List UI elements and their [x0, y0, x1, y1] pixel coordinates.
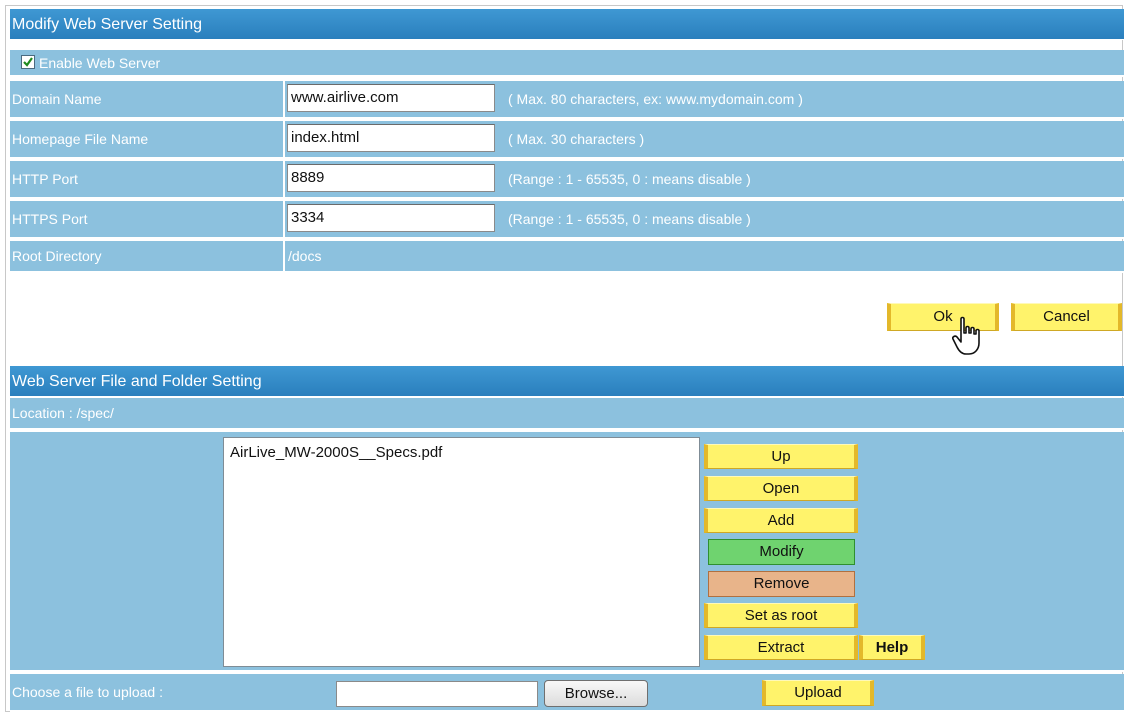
upload-file-path-input[interactable] [336, 681, 538, 707]
checkbox-checked-icon [23, 57, 33, 67]
http-port-hint: (Range : 1 - 65535, 0 : means disable ) [508, 171, 751, 187]
root-directory-value: /docs [288, 248, 322, 264]
location-label: Location : /spec/ [12, 405, 114, 421]
homepage-file-name-hint: ( Max. 30 characters ) [508, 131, 645, 147]
http-port-label: HTTP Port [12, 171, 78, 187]
upload-label: Choose a file to upload : [12, 684, 163, 700]
upload-button[interactable]: Upload [762, 680, 874, 706]
domain-name-input[interactable]: www.airlive.com [287, 84, 495, 112]
https-port-input[interactable]: 3334 [287, 204, 495, 232]
https-port-hint: (Range : 1 - 65535, 0 : means disable ) [508, 211, 751, 227]
help-button[interactable]: Help [859, 635, 925, 660]
https-port-label: HTTPS Port [12, 211, 88, 227]
file-folder-section-header: Web Server File and Folder Setting [10, 366, 1124, 397]
http-port-row: HTTP Port (Range : 1 - 65535, 0 : means … [10, 161, 1124, 199]
remove-button[interactable]: Remove [708, 571, 855, 597]
hand-cursor-icon [952, 316, 980, 355]
https-port-row: HTTPS Port (Range : 1 - 65535, 0 : means… [10, 201, 1124, 239]
http-port-input[interactable]: 8889 [287, 164, 495, 192]
root-directory-row: Root Directory /docs [10, 241, 1124, 273]
column-divider [283, 121, 285, 157]
enable-web-server-row: Enable Web Server [10, 50, 1124, 77]
web-server-section-header: Modify Web Server Setting [10, 9, 1124, 40]
enable-web-server-label: Enable Web Server [39, 54, 161, 71]
set-as-root-button[interactable]: Set as root [704, 603, 858, 628]
domain-name-label: Domain Name [12, 91, 102, 107]
root-directory-label: Root Directory [12, 248, 102, 264]
open-button[interactable]: Open [704, 476, 858, 501]
file-list-box[interactable]: AirLive_MW-2000S__Specs.pdf [223, 437, 700, 667]
add-button[interactable]: Add [704, 508, 858, 533]
browse-button[interactable]: Browse... [544, 680, 648, 707]
file-list-item[interactable]: AirLive_MW-2000S__Specs.pdf [230, 444, 442, 461]
cancel-button[interactable]: Cancel [1011, 303, 1122, 331]
domain-name-row: Domain Name ( Max. 80 characters, ex: ww… [10, 81, 1124, 119]
homepage-file-name-input[interactable]: index.html [287, 124, 495, 152]
modify-button[interactable]: Modify [708, 539, 855, 565]
location-row: Location : /spec/ [10, 398, 1124, 430]
column-divider [283, 81, 285, 117]
column-divider [283, 241, 285, 271]
column-divider [283, 161, 285, 197]
homepage-file-name-row: Homepage File Name ( Max. 30 characters … [10, 121, 1124, 159]
domain-name-hint: ( Max. 80 characters, ex: www.mydomain.c… [508, 91, 803, 107]
extract-button[interactable]: Extract [704, 635, 858, 660]
homepage-file-name-label: Homepage File Name [12, 131, 149, 147]
enable-web-server-checkbox[interactable] [21, 55, 35, 69]
up-button[interactable]: Up [704, 444, 858, 469]
column-divider [283, 201, 285, 237]
